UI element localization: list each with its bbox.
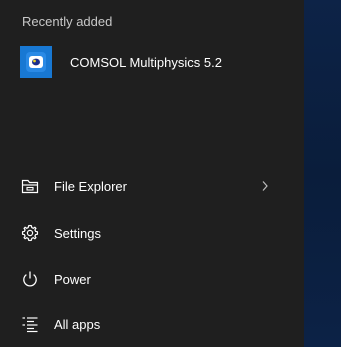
nav-item-label: Power [54,271,91,287]
start-menu: Recently added COMSOL Multiphysics 5.2 F… [0,0,304,347]
nav-item-label: Settings [54,225,101,241]
nav-item-all-apps[interactable]: All apps [0,304,304,344]
desktop: Recently added COMSOL Multiphysics 5.2 F… [0,0,341,347]
recent-app-comsol[interactable]: COMSOL Multiphysics 5.2 [10,42,290,82]
nav-item-label: File Explorer [54,178,127,194]
recently-added-header: Recently added [22,14,113,29]
power-icon [20,269,40,289]
comsol-app-icon [20,46,52,78]
gear-icon [20,223,40,243]
nav-item-settings[interactable]: Settings [0,213,304,253]
all-apps-icon [20,314,40,334]
nav-item-label: All apps [54,316,101,332]
nav-item-power[interactable]: Power [0,259,304,299]
nav-item-file-explorer[interactable]: File Explorer [0,166,304,206]
chevron-right-icon[interactable] [258,178,272,194]
folder-icon [20,176,40,196]
recent-app-label: COMSOL Multiphysics 5.2 [70,54,222,70]
